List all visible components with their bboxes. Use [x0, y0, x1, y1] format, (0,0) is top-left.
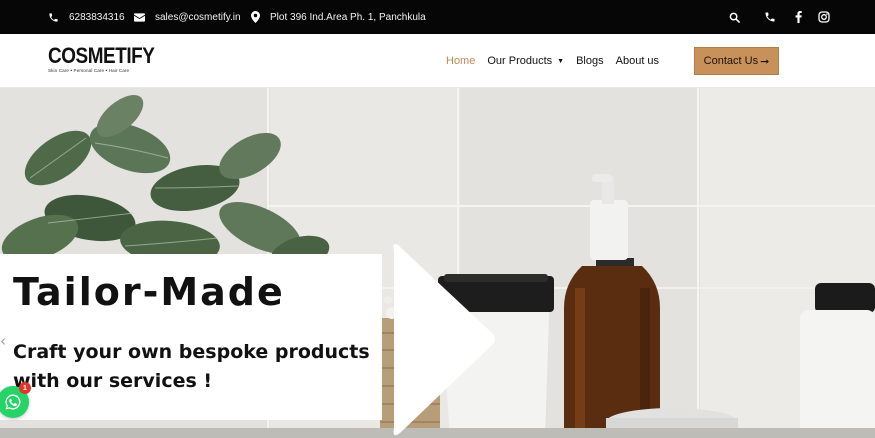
- site-header: COSMETIFY Skin Care • Personal Care • Ha…: [0, 34, 875, 88]
- facebook-icon[interactable]: [791, 10, 805, 24]
- logo-wordmark: COSMETIFY: [48, 43, 155, 68]
- chevron-down-icon: ▼: [557, 57, 565, 65]
- topbar-address-text: Plot 396 Ind.Area Ph. 1, Panchkula: [270, 11, 426, 23]
- topbar-address: Plot 396 Ind.Area Ph. 1, Panchkula: [251, 0, 426, 34]
- nav-blogs[interactable]: Blogs: [576, 55, 604, 67]
- arrow-right-icon: ➞: [760, 55, 770, 68]
- topbar-phone[interactable]: 6283834316: [48, 0, 125, 34]
- hero-title: Tailor-Made: [13, 270, 285, 314]
- site-logo[interactable]: COSMETIFY Skin Care • Personal Care • Ha…: [48, 43, 172, 74]
- contact-us-button[interactable]: Contact Us ➞: [694, 47, 779, 75]
- topbar-email-text: sales@cosmetify.in: [155, 11, 241, 23]
- whatsapp-icon: [5, 394, 21, 410]
- nav-our-products-label: Our Products: [487, 55, 553, 67]
- topbar-icons: [727, 0, 831, 34]
- instagram-icon[interactable]: [817, 10, 831, 24]
- nav-our-products[interactable]: Our Products ▼: [487, 55, 564, 67]
- top-bar: 6283834316 sales@cosmetify.in Plot 396 I…: [0, 0, 875, 34]
- play-arrow-icon: [393, 243, 495, 436]
- phone-icon[interactable]: [763, 10, 777, 24]
- topbar-email[interactable]: sales@cosmetify.in: [134, 0, 241, 34]
- topbar-phone-text: 6283834316: [69, 11, 125, 23]
- hero-subtitle: Craft your own bespoke products with our…: [13, 341, 370, 392]
- nav-home[interactable]: Home: [446, 55, 475, 67]
- search-icon[interactable]: [727, 10, 741, 24]
- location-pin-icon: [251, 11, 260, 23]
- logo-tagline: Skin Care • Personal Care • Hair Care: [48, 68, 130, 73]
- nav-about-us[interactable]: About us: [616, 55, 659, 67]
- notification-badge: 1: [19, 382, 31, 394]
- contact-us-label: Contact Us: [703, 55, 759, 67]
- main-nav: Home Our Products ▼ Blogs About us: [446, 34, 659, 88]
- hero-banner: Tailor-Made Craft your own bespoke produ…: [0, 88, 875, 438]
- slider-prev-button[interactable]: ‹: [0, 332, 6, 350]
- phone-icon: [49, 12, 58, 22]
- mail-icon: [134, 12, 145, 22]
